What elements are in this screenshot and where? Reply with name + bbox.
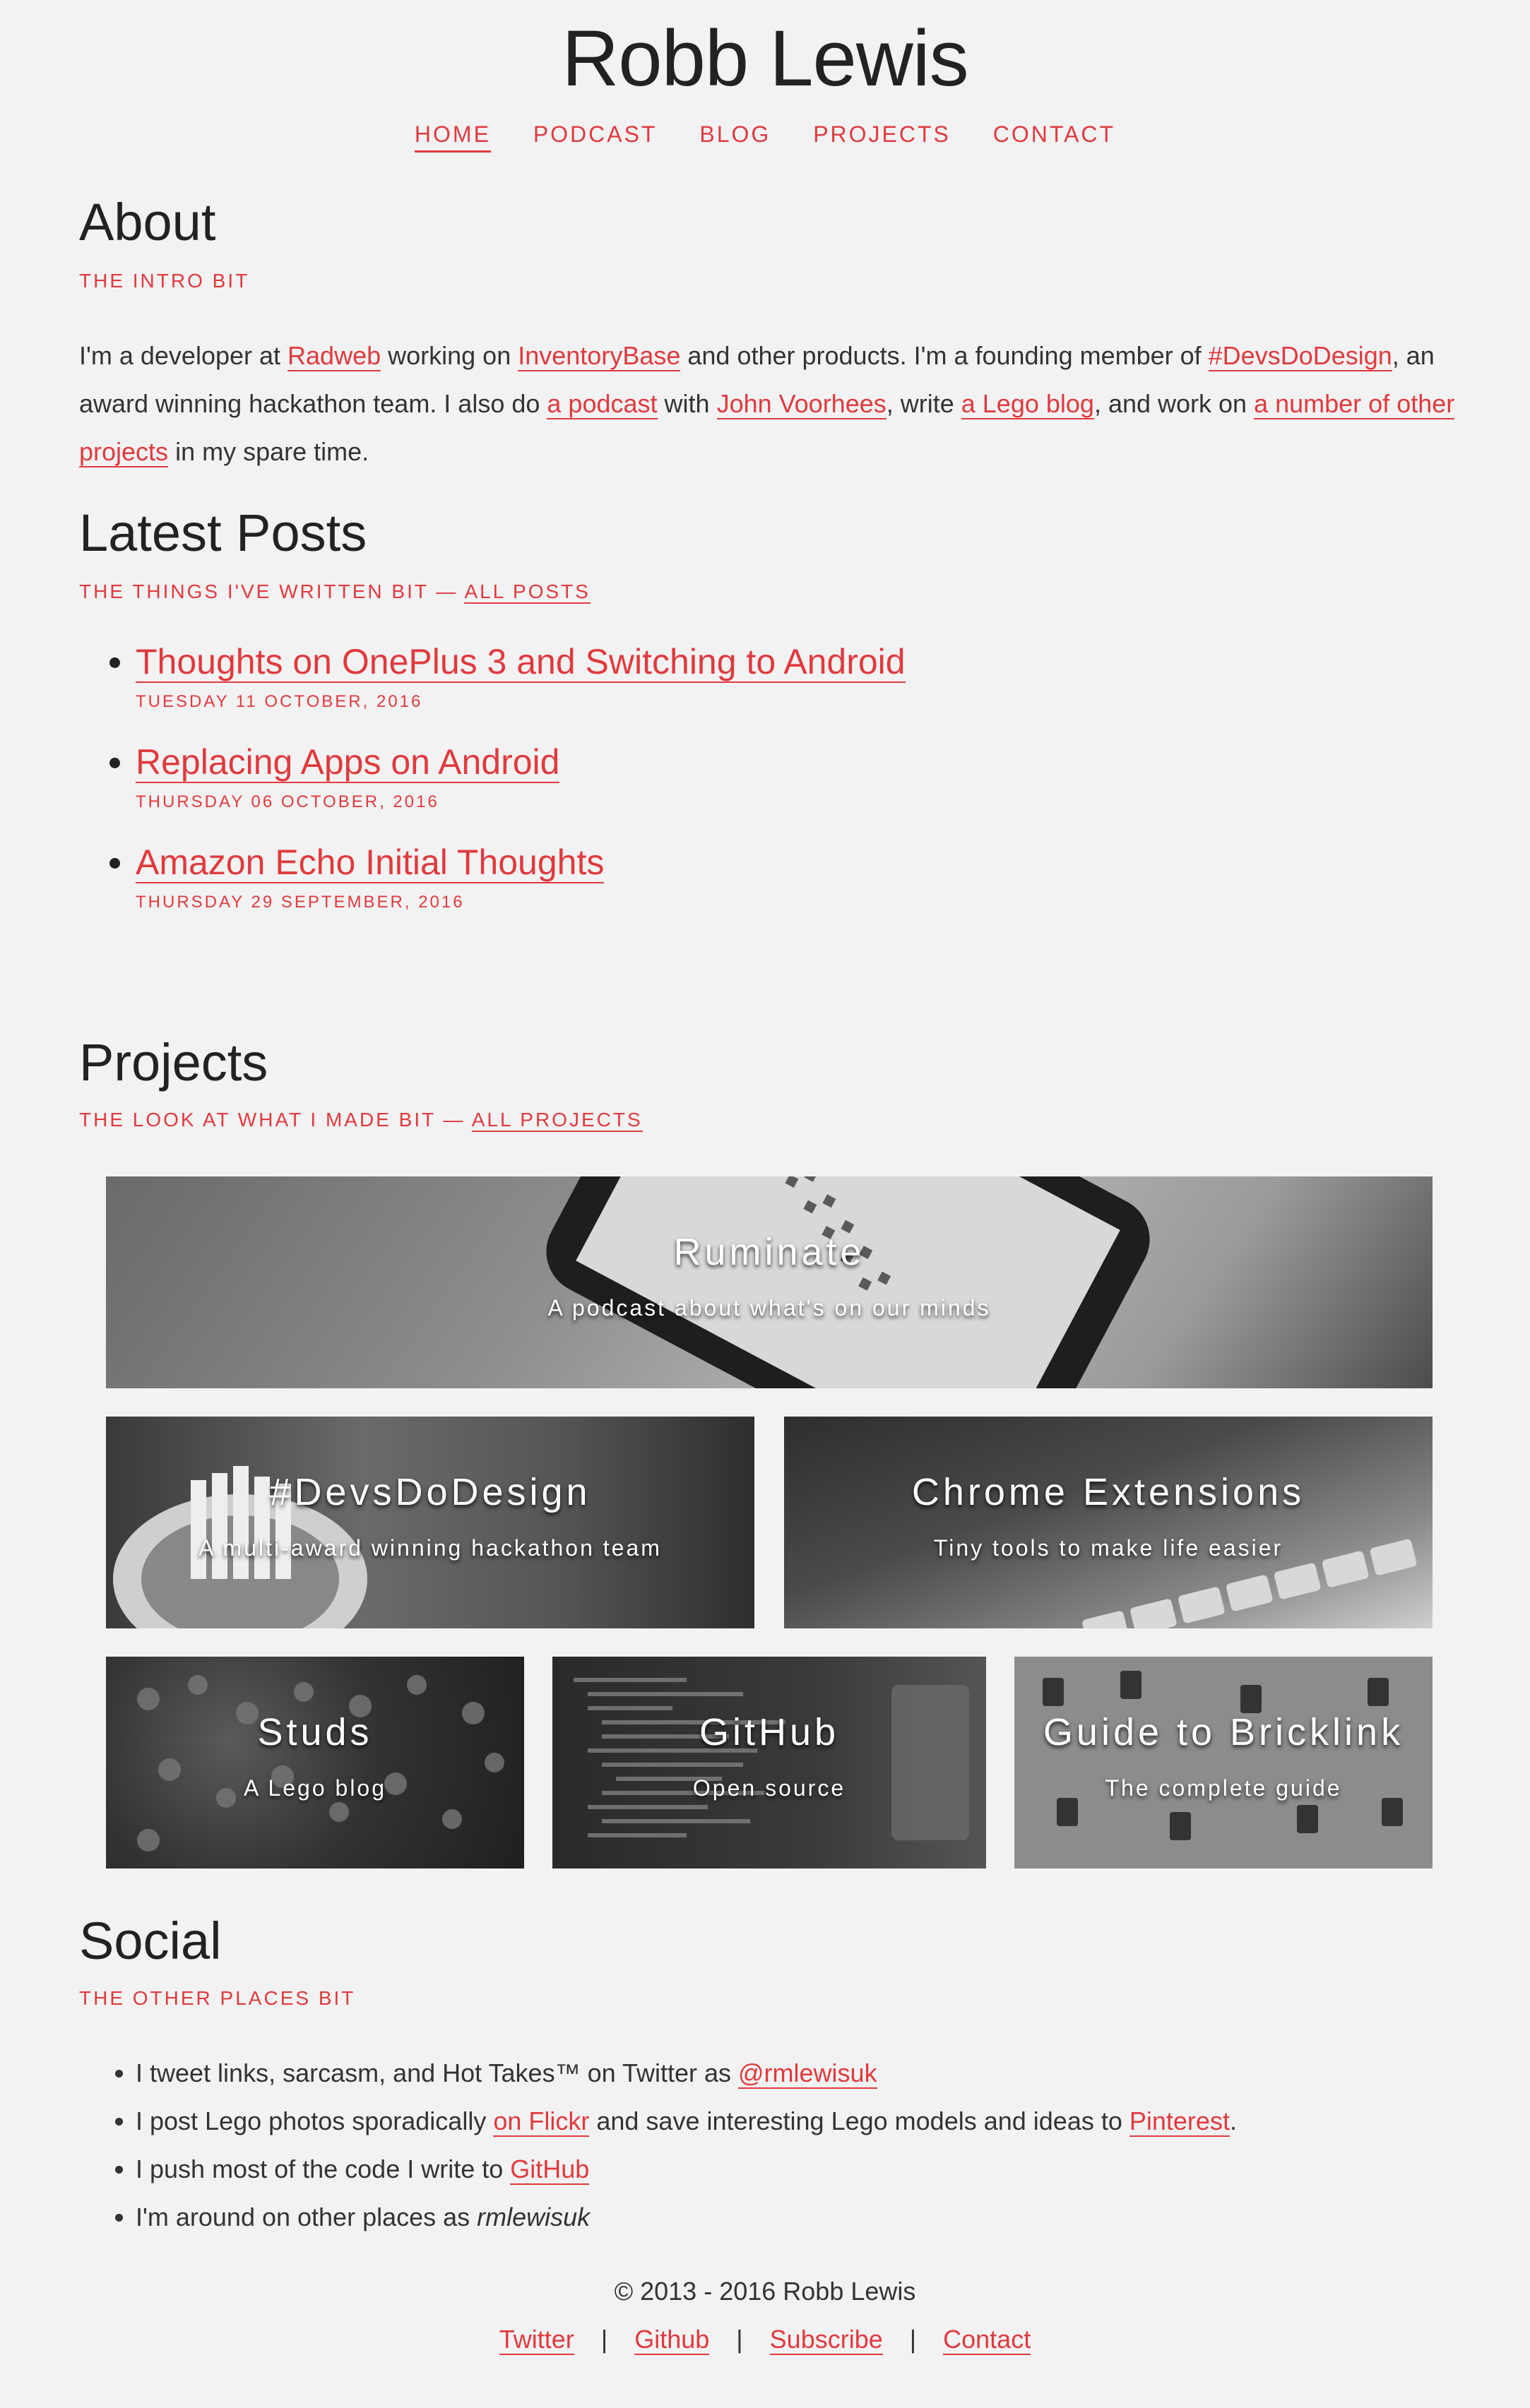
social-text: I push most of the code I write to	[136, 2154, 511, 2183]
project-tile-github[interactable]: GitHub Open source	[552, 1657, 986, 1868]
latest-posts-subtitle: THE THINGS I'VE WRITTEN BIT — ALL POSTS	[79, 580, 591, 604]
github-link[interactable]: GitHub	[510, 2154, 590, 2185]
site-title[interactable]: Robb Lewis	[0, 13, 1530, 104]
project-tile-devsdodesign[interactable]: #DevsDoDesign A multi-award winning hack…	[106, 1417, 754, 1628]
nav-podcast[interactable]: PODCAST	[533, 121, 658, 148]
about-paragraph: I'm a developer at Radweb working on Inv…	[79, 332, 1464, 476]
about-subtitle: THE INTRO BIT	[79, 270, 250, 292]
post-date: TUESDAY 11 OCTOBER, 2016	[136, 692, 423, 711]
social-text: I post Lego photos sporadically	[136, 2106, 494, 2135]
projects-subtitle: THE LOOK AT WHAT I MADE BIT — ALL PROJEC…	[79, 1109, 643, 1132]
about-text: I'm a developer at	[79, 341, 288, 370]
about-text: with	[657, 389, 717, 418]
nav-contact[interactable]: CONTACT	[993, 121, 1115, 148]
john-voorhees-link[interactable]: John Voorhees	[716, 389, 886, 419]
social-heading: Social	[79, 1912, 222, 1970]
minifigures-illustration	[137, 1675, 504, 1852]
latest-posts-list: Thoughts on OnePlus 3 and Switching to A…	[79, 641, 1478, 942]
social-subtitle: THE OTHER PLACES BIT	[79, 1987, 356, 2009]
post-list-item: Amazon Echo Initial Thoughts THURSDAY 29…	[136, 842, 1478, 912]
footer-subscribe-link[interactable]: Subscribe	[769, 2325, 883, 2355]
social-item-other: I'm around on other places as rmlewisuk	[136, 2193, 1478, 2241]
about-text: working on	[381, 341, 518, 370]
project-description: Tiny tools to make life easier	[933, 1535, 1283, 1561]
latest-posts-subtitle-text: THE THINGS I'VE WRITTEN BIT —	[79, 580, 465, 602]
about-text: and other products. I'm a founding membe…	[680, 341, 1209, 370]
project-description: The complete guide	[1105, 1775, 1342, 1801]
all-projects-link[interactable]: ALL PROJECTS	[471, 1109, 643, 1132]
all-posts-link[interactable]: ALL POSTS	[464, 580, 591, 604]
inventorybase-link[interactable]: InventoryBase	[518, 341, 681, 371]
twitter-handle-link[interactable]: @rmlewisuk	[738, 2058, 877, 2089]
nav-projects[interactable]: PROJECTS	[813, 121, 951, 148]
post-title-link[interactable]: Thoughts on OnePlus 3 and Switching to A…	[136, 642, 906, 683]
project-title: Ruminate	[673, 1231, 865, 1273]
lego-blog-link[interactable]: a Lego blog	[961, 389, 1094, 419]
social-item-lego: I post Lego photos sporadically on Flick…	[136, 2097, 1478, 2145]
project-tile-ruminate[interactable]: Ruminate A podcast about what's on our m…	[106, 1176, 1433, 1388]
phone-illustration	[546, 1176, 1150, 1388]
project-title: Chrome Extensions	[911, 1471, 1305, 1513]
project-tile-chrome-extensions[interactable]: Chrome Extensions Tiny tools to make lif…	[784, 1417, 1433, 1628]
nav-home[interactable]: HOME	[414, 121, 491, 153]
devsdodesign-link[interactable]: #DevsDoDesign	[1208, 341, 1392, 371]
post-list-item: Thoughts on OnePlus 3 and Switching to A…	[136, 641, 1478, 712]
footer-copyright: © 2013 - 2016 Robb Lewis	[614, 2277, 916, 2306]
project-description: A multi-award winning hackathon team	[198, 1535, 662, 1561]
project-tile-guide-to-bricklink[interactable]: Guide to Bricklink The complete guide	[1014, 1657, 1433, 1868]
social-text: I'm around on other places as	[136, 2203, 478, 2231]
project-title: Studs	[257, 1711, 373, 1753]
projects-heading: Projects	[79, 1033, 268, 1092]
footer-github-link[interactable]: Github	[634, 2325, 710, 2355]
post-date: THURSDAY 06 OCTOBER, 2016	[136, 792, 439, 811]
lego-figures-illustration	[1043, 1671, 1403, 1840]
about-text: in my spare time.	[168, 437, 369, 466]
projects-subtitle-text: THE LOOK AT WHAT I MADE BIT —	[79, 1109, 472, 1131]
project-title: Guide to Bricklink	[1043, 1711, 1404, 1753]
social-text: .	[1229, 2106, 1237, 2135]
footer-separator: |	[600, 2325, 608, 2354]
post-title-link[interactable]: Amazon Echo Initial Thoughts	[136, 842, 605, 883]
radweb-link[interactable]: Radweb	[287, 341, 381, 371]
nav-blog[interactable]: BLOG	[699, 121, 771, 148]
social-item-github: I push most of the code I write to GitHu…	[136, 2145, 1478, 2193]
social-list: I tweet links, sarcasm, and Hot Takes™ o…	[79, 2049, 1478, 2241]
post-title-link[interactable]: Replacing Apps on Android	[136, 742, 560, 783]
podcast-link[interactable]: a podcast	[547, 389, 658, 419]
code-illustration	[574, 1678, 969, 1840]
project-title: GitHub	[699, 1711, 840, 1753]
keyboard-illustration	[1082, 1539, 1417, 1628]
crayons-illustration	[113, 1466, 367, 1628]
project-description: Open source	[692, 1775, 846, 1801]
footer-twitter-link[interactable]: Twitter	[499, 2325, 574, 2355]
social-item-twitter: I tweet links, sarcasm, and Hot Takes™ o…	[136, 2049, 1478, 2097]
post-date: THURSDAY 29 SEPTEMBER, 2016	[136, 893, 465, 912]
project-title: #DevsDoDesign	[269, 1471, 591, 1513]
about-heading: About	[79, 193, 216, 251]
about-text: , write	[886, 389, 961, 418]
latest-posts-heading: Latest Posts	[79, 503, 367, 562]
post-list-item: Replacing Apps on Android THURSDAY 06 OC…	[136, 741, 1478, 812]
project-tile-studs[interactable]: Studs A Lego blog	[106, 1657, 524, 1868]
footer-links: Twitter | Github | Subscribe | Contact	[0, 2325, 1530, 2355]
about-text: , and work on	[1093, 389, 1255, 418]
project-description: A Lego blog	[243, 1775, 387, 1801]
flickr-link[interactable]: on Flickr	[493, 2106, 590, 2137]
username: rmlewisuk	[477, 2203, 591, 2231]
social-text: I tweet links, sarcasm, and Hot Takes™ o…	[136, 2058, 739, 2087]
pinterest-link[interactable]: Pinterest	[1129, 2106, 1230, 2137]
footer-separator: |	[736, 2325, 743, 2354]
social-text: and save interesting Lego models and ide…	[589, 2106, 1129, 2135]
main-nav: HOME PODCAST BLOG PROJECTS CONTACT	[0, 121, 1530, 153]
footer-separator: |	[909, 2325, 917, 2354]
project-description: A podcast about what's on our minds	[547, 1295, 991, 1321]
footer-contact-link[interactable]: Contact	[943, 2325, 1031, 2355]
